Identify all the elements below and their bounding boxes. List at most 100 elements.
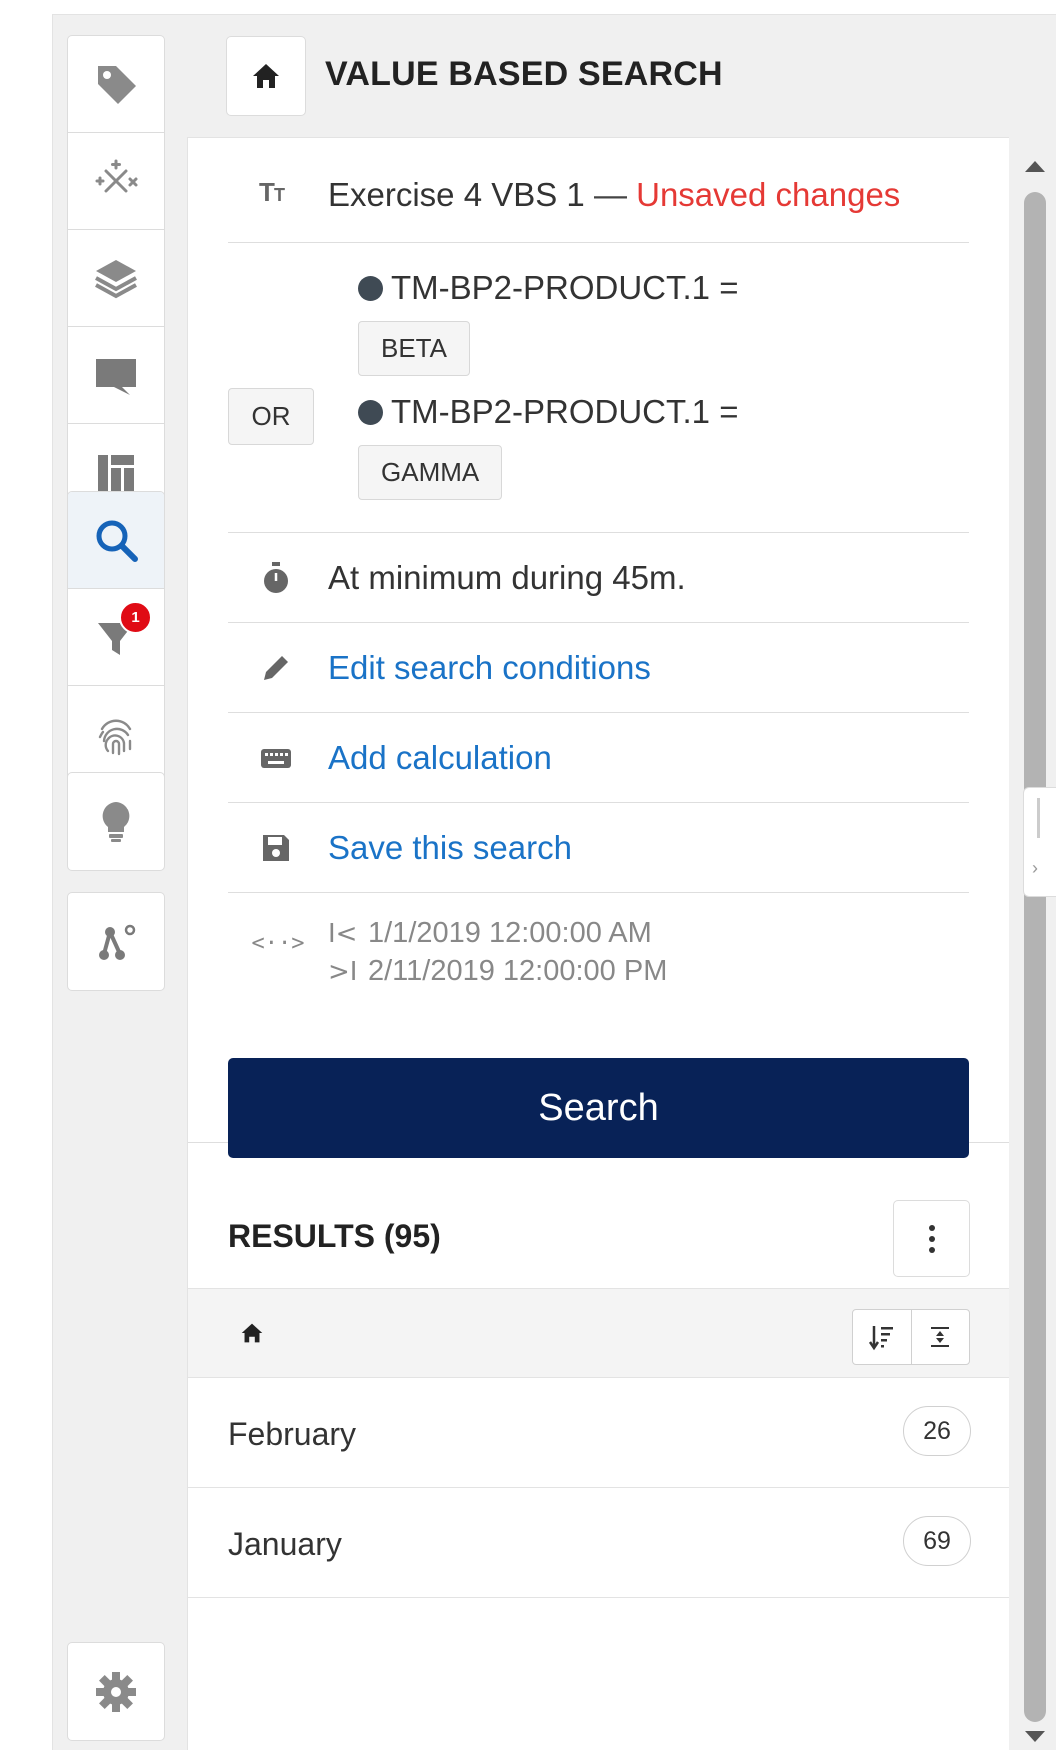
duration-text: At minimum during 45m. (328, 559, 686, 596)
conditions-block: TM-BP2-PRODUCT.1 = BETA OR TM-BP2-PRODUC… (228, 243, 969, 533)
search-name-line[interactable]: Exercise 4 VBS 1 — Unsaved changes (328, 176, 900, 214)
duration-row: At minimum during 45m. (228, 533, 969, 623)
rail-comments-button[interactable] (68, 327, 164, 424)
result-row-january[interactable]: January 69 (188, 1488, 1009, 1598)
stopwatch-icon-wrap (256, 558, 296, 598)
rail-group-insights (67, 772, 165, 871)
rail-sparkle-button[interactable] (68, 133, 164, 230)
range-icon: <··> (251, 930, 305, 956)
search-button[interactable]: Search (228, 1058, 969, 1158)
rail-patterns-button[interactable] (68, 893, 164, 990)
result-count-badge: 69 (903, 1516, 971, 1566)
scroll-thumb[interactable] (1024, 192, 1046, 1722)
keyboard-icon-wrap (256, 738, 296, 778)
rail-settings-button[interactable] (68, 1643, 164, 1740)
edit-conditions-row[interactable]: Edit search conditions (228, 623, 969, 713)
settings-icon (96, 1671, 136, 1712)
time-range-end: >I 2/11/2019 12:00:00 PM (328, 955, 667, 988)
stopwatch-icon (264, 562, 288, 593)
results-title: RESULTS (95) (228, 1218, 441, 1254)
result-name: January (228, 1526, 342, 1562)
page-title: VALUE BASED SEARCH (325, 55, 723, 93)
fingerprint-icon (98, 719, 132, 755)
rail-tags-button[interactable] (68, 36, 164, 133)
rail-group-tools (67, 35, 165, 522)
search-name-row: TT Exercise 4 VBS 1 — Unsaved changes (228, 138, 969, 243)
search-name-separator: — (593, 176, 627, 213)
triangle-up-icon (1025, 161, 1045, 172)
panel-scrollbar[interactable] (1013, 137, 1056, 1750)
sort-icon (868, 1326, 893, 1351)
svg-text:T: T (274, 185, 285, 205)
rail-layers-button[interactable] (68, 230, 164, 327)
edit-conditions-link[interactable]: Edit search conditions (328, 649, 651, 687)
results-home-icon[interactable] (238, 1319, 266, 1347)
or-operator-button[interactable]: OR (228, 388, 314, 445)
scroll-down-button[interactable] (1017, 1722, 1053, 1750)
condition-2-tag: TM-BP2-PRODUCT.1 = (358, 393, 738, 431)
time-range-row[interactable]: <··> I< 1/1/2019 12:00:00 AM >I 2/11/201… (228, 893, 969, 1021)
svg-text:T: T (259, 177, 275, 207)
time-range-start: I< 1/1/2019 12:00:00 AM (328, 917, 652, 950)
save-search-link[interactable]: Save this search (328, 829, 572, 867)
collapse-grip (1037, 798, 1040, 838)
scroll-up-button[interactable] (1017, 151, 1053, 181)
chevron-right-icon: › (1032, 858, 1038, 878)
comment-icon (96, 359, 136, 395)
rail-fingerprint-button[interactable] (68, 686, 164, 783)
end-marker-icon: >I (328, 956, 358, 987)
search-panel: TT Exercise 4 VBS 1 — Unsaved changes TM… (187, 137, 1009, 1750)
search-icon (96, 520, 138, 562)
condition-1-tag: TM-BP2-PRODUCT.1 = (358, 269, 738, 307)
save-search-row[interactable]: Save this search (228, 803, 969, 893)
condition-2-value: GAMMA (381, 457, 480, 487)
save-icon (263, 835, 289, 861)
results-sort-tools (852, 1309, 970, 1365)
condition-1-value-chip[interactable]: BETA (358, 321, 470, 376)
result-name: February (228, 1416, 357, 1452)
results-menu-button[interactable] (893, 1200, 970, 1277)
home-button[interactable] (226, 36, 306, 116)
rail-filter-button[interactable]: 1 (68, 589, 164, 686)
condition-2-value-chip[interactable]: GAMMA (358, 445, 503, 500)
result-row-february[interactable]: February 26 (188, 1378, 1009, 1488)
or-operator-label: OR (251, 401, 291, 431)
pattern-icon (99, 924, 136, 960)
lightbulb-icon (102, 801, 130, 842)
rail-insights-button[interactable] (68, 773, 164, 870)
home-icon (253, 64, 279, 88)
pencil-icon (264, 656, 288, 680)
text-size-icon-wrap: TT (256, 171, 296, 211)
condition-2-dot (358, 399, 383, 425)
filter-count-badge: 1 (119, 601, 152, 634)
sort-button[interactable] (853, 1310, 912, 1364)
panel-collapse-handle[interactable]: › (1023, 787, 1056, 897)
text-size-icon: TT (259, 177, 285, 207)
results-toolbar (188, 1288, 1009, 1378)
time-range-end-value: 2/11/2019 12:00:00 PM (368, 955, 668, 987)
save-icon-wrap (256, 828, 296, 868)
start-marker-icon: I< (328, 918, 358, 949)
add-calculation-row[interactable]: Add calculation (228, 713, 969, 803)
sparkle-icon (95, 159, 138, 193)
dashboard-icon (98, 454, 134, 491)
expand-button[interactable] (912, 1310, 970, 1364)
rail-search-button[interactable] (68, 492, 164, 589)
triangle-down-icon (1025, 1731, 1045, 1742)
range-icon-wrap: <··> (252, 923, 305, 963)
rail-group-settings (67, 1642, 165, 1741)
search-name: Exercise 4 VBS 1 (328, 176, 585, 213)
add-calculation-link[interactable]: Add calculation (328, 739, 552, 777)
keyboard-icon (261, 749, 291, 768)
condition-2-tag-label: TM-BP2-PRODUCT.1 = (391, 393, 739, 430)
rail-group-search: 1 (67, 491, 165, 784)
more-vertical-icon (928, 1224, 935, 1253)
result-count-badge: 26 (903, 1406, 971, 1456)
tag-icon (98, 66, 136, 104)
condition-1-tag-label: TM-BP2-PRODUCT.1 = (391, 269, 739, 306)
rail-group-patterns (67, 892, 165, 991)
condition-1-value: BETA (381, 333, 447, 363)
layers-icon (95, 260, 137, 299)
pencil-icon-wrap (256, 648, 296, 688)
app-shell: 1 VALUE BASED SEARCH TT Exercise 4 VBS 1… (52, 14, 1056, 1750)
